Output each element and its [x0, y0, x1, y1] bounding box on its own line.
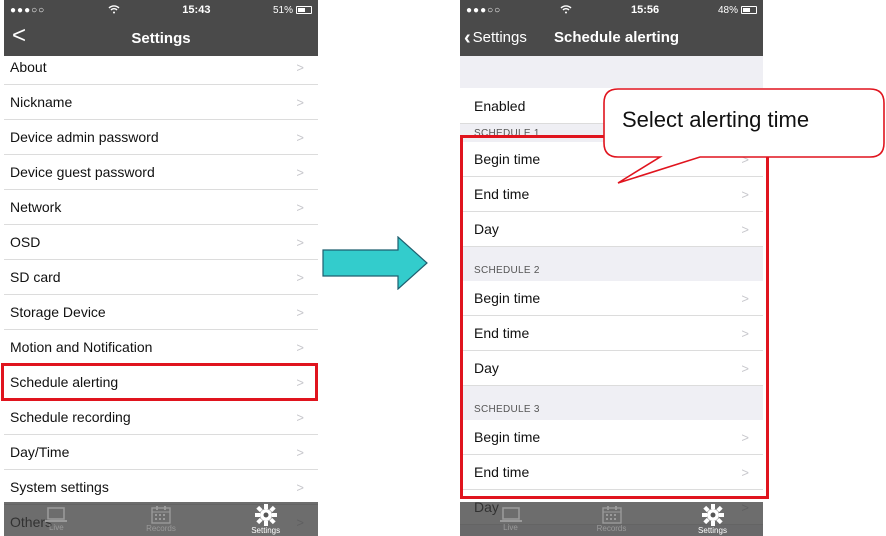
laptop-icon: [45, 506, 68, 522]
settings-item-label: System settings: [10, 479, 109, 495]
back-chevron-icon[interactable]: <: [12, 24, 26, 48]
chevron-right-icon: >: [296, 479, 304, 495]
settings-item-device-guest-password[interactable]: Device guest password >: [4, 155, 318, 190]
tab-settings[interactable]: Settings: [678, 503, 748, 535]
chevron-right-icon: >: [296, 199, 304, 215]
settings-item-day-time[interactable]: Day/Time >: [4, 435, 318, 470]
nav-bar: < Settings: [4, 20, 318, 56]
settings-list: About > Nickname > Device admin password > Dev…: [4, 50, 318, 536]
settings-item-nickname[interactable]: Nickname >: [4, 85, 318, 120]
chevron-right-icon: >: [296, 409, 304, 425]
tab-records[interactable]: Records: [577, 505, 647, 533]
chevron-left-icon: ‹: [464, 26, 471, 49]
tab-bar: Live Records Settings: [4, 502, 318, 536]
tab-label: Records: [146, 523, 176, 533]
settings-item-label: Motion and Notification: [10, 339, 153, 355]
chevron-right-icon: >: [296, 269, 304, 285]
back-button[interactable]: ‹ Settings: [464, 26, 527, 49]
back-label: Settings: [472, 29, 527, 46]
settings-item-network[interactable]: Network >: [4, 190, 318, 225]
tab-live[interactable]: Live: [21, 506, 91, 532]
nav-bar: ‹ Settings Schedule alerting: [460, 20, 763, 56]
page-title: Schedule alerting: [554, 29, 680, 46]
settings-item-label: Storage Device: [10, 304, 106, 320]
gear-icon: [254, 503, 277, 526]
chevron-right-icon: >: [296, 164, 304, 180]
gear-icon: [701, 503, 724, 526]
tab-settings[interactable]: Settings: [231, 503, 301, 535]
chevron-right-icon: >: [296, 444, 304, 460]
settings-item-label: SD card: [10, 269, 61, 285]
battery-indicator: 48%: [718, 5, 757, 16]
battery-percent: 51%: [272, 4, 293, 16]
chevron-right-icon: >: [296, 94, 304, 110]
tab-live[interactable]: Live: [476, 506, 546, 532]
settings-item-schedule-recording[interactable]: Schedule recording >: [4, 400, 318, 435]
battery-percent: 48%: [717, 4, 738, 16]
battery-icon: [740, 6, 757, 14]
settings-screen: ●●●○○ 15:43 51% < Settings About > Nicknam…: [4, 0, 318, 536]
highlight-box-schedule-alerting: [1, 363, 318, 401]
settings-item-osd[interactable]: OSD >: [4, 225, 318, 260]
calendar-icon: [601, 505, 622, 524]
tab-label: Records: [596, 523, 627, 533]
settings-item-label: Device admin password: [10, 129, 159, 145]
chevron-right-icon: >: [296, 234, 304, 250]
status-bar: ●●●○○ 15:56 48%: [460, 0, 763, 20]
settings-item-device-admin-password[interactable]: Device admin password >: [4, 120, 318, 155]
laptop-icon: [499, 506, 522, 522]
callout-bubble: [603, 88, 885, 184]
settings-item-storage-device[interactable]: Storage Device >: [4, 295, 318, 330]
tab-label: Live: [503, 522, 518, 532]
settings-item-label: Nickname: [10, 94, 73, 110]
settings-item-system-settings[interactable]: System settings >: [4, 470, 318, 505]
battery-icon: [296, 6, 312, 14]
tab-records[interactable]: Records: [126, 505, 196, 533]
settings-item-label: Device guest password: [10, 164, 155, 180]
signal-strength: ●●●○○: [466, 4, 502, 16]
chevron-right-icon: >: [296, 129, 304, 145]
clock: 15:56: [630, 4, 660, 16]
wifi-icon: [560, 4, 572, 17]
tab-label: Settings: [698, 525, 727, 535]
settings-item-motion-and-notification[interactable]: Motion and Notification >: [4, 330, 318, 365]
settings-item-label: Day/Time: [10, 444, 70, 460]
wifi-icon: [108, 4, 120, 17]
settings-item-label: Network: [10, 199, 62, 215]
tab-label: Live: [48, 522, 64, 532]
chevron-right-icon: >: [296, 339, 304, 355]
chevron-right-icon: >: [296, 304, 304, 320]
battery-indicator: 51%: [273, 5, 312, 16]
settings-item-label: OSD: [10, 234, 41, 250]
tab-bar: Live Records Settings: [460, 502, 763, 536]
clock: 15:43: [182, 4, 211, 16]
signal-strength: ●●●○○: [10, 4, 46, 16]
calendar-icon: [151, 505, 171, 524]
settings-item-label: About: [10, 59, 47, 75]
settings-item-sd-card[interactable]: SD card >: [4, 260, 318, 295]
callout-text: Select alerting time: [622, 107, 810, 132]
top-spacer: [460, 56, 763, 88]
enabled-label: Enabled: [474, 97, 526, 114]
status-bar: ●●●○○ 15:43 51%: [4, 0, 318, 20]
settings-item-label: Schedule recording: [10, 409, 131, 425]
right-arrow-icon: [322, 236, 428, 290]
page-title: Settings: [131, 29, 191, 47]
chevron-right-icon: >: [296, 59, 304, 75]
tutorial-canvas: ●●●○○ 15:43 51% < Settings About > Nicknam…: [0, 0, 886, 536]
tab-label: Settings: [251, 525, 281, 535]
